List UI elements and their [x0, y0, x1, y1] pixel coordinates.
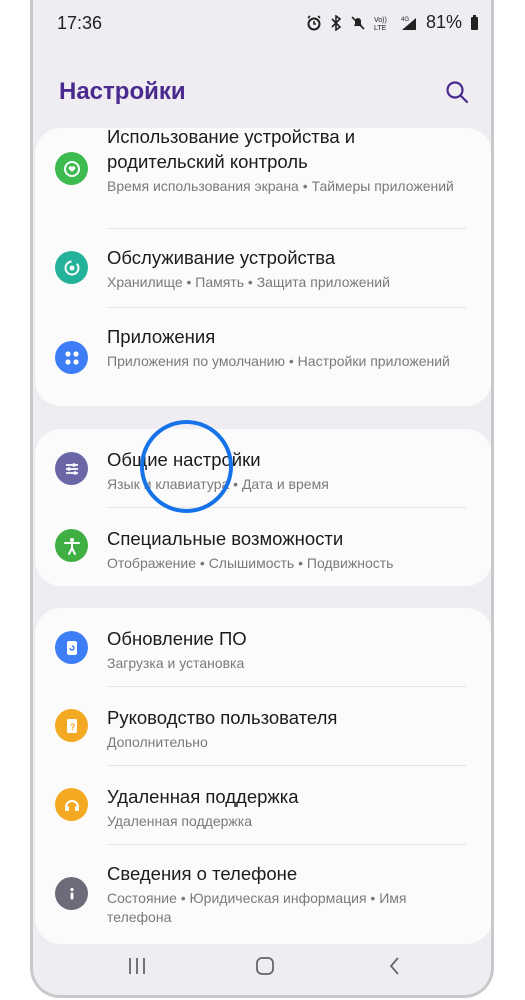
alarm-icon — [307, 14, 321, 30]
back-icon[interactable] — [383, 955, 407, 977]
item-apps[interactable]: Приложения Приложения по умолчанию • Нас… — [35, 308, 491, 406]
svg-text:4G: 4G — [401, 17, 409, 23]
item-title: Удаленная поддержка — [107, 786, 299, 807]
device-care-icon — [55, 251, 88, 284]
settings-group-3: Обновление ПО Загрузка и установка ? Рук… — [35, 608, 491, 944]
navigation-bar — [33, 935, 491, 995]
volte-icon: Vo))LTE — [374, 17, 387, 31]
item-subtitle: Состояние • Юридическая информация • Имя… — [107, 890, 407, 925]
item-title: Специальные возможности — [107, 528, 344, 549]
item-title: Общие настройки — [107, 449, 261, 470]
apps-icon — [55, 341, 88, 374]
item-title: Приложения — [107, 326, 216, 347]
bluetooth-icon — [331, 14, 342, 31]
item-subtitle: Приложения по умолчанию • Настройки прил… — [107, 353, 450, 369]
status-icons: Vo)) LTE 4G 81% — [306, 12, 479, 33]
settings-group-2: Общие настройки Язык и клавиатура • Дата… — [35, 429, 491, 586]
item-subtitle: Язык и клавиатура • Дата и время — [107, 476, 329, 492]
svg-text:Vo)): Vo)) — [374, 17, 387, 24]
item-accessibility[interactable]: Специальные возможности Отображение • Сл… — [35, 508, 491, 586]
recent-apps-icon[interactable] — [125, 955, 149, 977]
phone-screen: 17:36 Vo)) LTE 4G 81% Настройки Использов… — [30, 0, 494, 998]
battery-icon — [471, 14, 478, 30]
item-title: Руководство пользователя — [107, 707, 338, 728]
battery-percent: 81% — [425, 12, 462, 32]
item-subtitle: Загрузка и установка — [107, 655, 245, 671]
status-time: 17:36 — [57, 13, 103, 33]
item-title: Обслуживание устройства — [107, 247, 336, 268]
item-user-manual[interactable]: ? Руководство пользователя Дополнительно — [35, 687, 491, 766]
item-subtitle: Удаленная поддержка — [107, 813, 252, 829]
user-manual-icon: ? — [55, 709, 88, 742]
item-title: Использование устройства и родительский … — [107, 126, 356, 172]
item-title: Обновление ПО — [107, 628, 247, 649]
search-icon[interactable] — [443, 78, 471, 106]
item-software-update[interactable]: Обновление ПО Загрузка и установка — [35, 608, 491, 687]
item-general-settings[interactable]: Общие настройки Язык и клавиатура • Дата… — [35, 429, 491, 508]
mute-icon — [351, 15, 365, 30]
item-digital-wellbeing[interactable]: Использование устройства и родительский … — [35, 126, 491, 229]
page-title: Настройки — [59, 78, 186, 105]
svg-text:LTE: LTE — [374, 25, 387, 31]
svg-text:?: ? — [70, 722, 76, 732]
item-about-phone[interactable]: Сведения о телефоне Состояние • Юридичес… — [35, 845, 491, 944]
software-update-icon — [55, 631, 88, 664]
item-subtitle: Отображение • Слышимость • Подвижность — [107, 555, 394, 571]
settings-group-1: Использование устройства и родительский … — [35, 126, 491, 406]
item-subtitle: Хранилище • Память • Защита приложений — [107, 274, 390, 290]
home-icon[interactable] — [253, 955, 277, 977]
remote-support-icon — [55, 788, 88, 821]
header: Настройки — [33, 70, 491, 120]
item-title: Сведения о телефоне — [107, 863, 298, 884]
signal-4g-icon: 4G — [401, 17, 416, 30]
accessibility-icon — [55, 529, 88, 562]
item-subtitle: Дополнительно — [107, 734, 208, 750]
status-bar: 17:36 Vo)) LTE 4G 81% — [33, 0, 491, 46]
about-phone-icon — [55, 877, 88, 910]
general-settings-icon — [55, 452, 88, 485]
item-remote-support[interactable]: Удаленная поддержка Удаленная поддержка — [35, 766, 491, 845]
digital-wellbeing-icon — [55, 152, 88, 185]
item-subtitle: Время использования экрана • Таймеры при… — [107, 178, 454, 194]
item-device-care[interactable]: Обслуживание устройства Хранилище • Памя… — [35, 229, 491, 308]
